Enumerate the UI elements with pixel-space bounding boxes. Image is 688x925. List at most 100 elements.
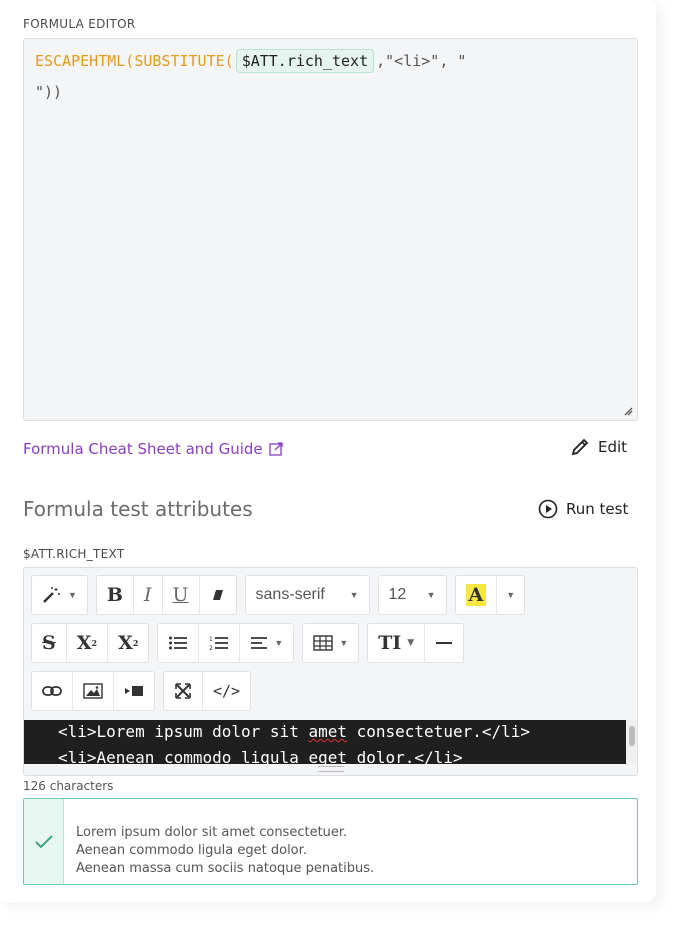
html-code-editor[interactable]: <li>Lorem ipsum dolor sit amet consectet…	[24, 720, 626, 764]
success-indicator	[24, 799, 64, 884]
align-left-icon	[251, 637, 268, 649]
code-line-1-start: <li>Lorem ipsum dolor sit	[58, 722, 309, 741]
table-group: ▼	[302, 623, 360, 663]
toolbar-row-3: </>	[31, 671, 252, 711]
numbered-list-icon: 12	[209, 636, 229, 651]
test-result-box: Lorem ipsum dolor sit amet consectetuer.…	[23, 798, 638, 885]
chevron-down-icon: ▼	[68, 590, 77, 600]
formula-editor-label: FORMULA EDITOR	[23, 17, 136, 31]
result-line: Aenean massa cum sociis natoque penatibu…	[76, 861, 375, 876]
superscript-icon: X	[76, 632, 92, 654]
list-group: 12 ▼	[157, 623, 295, 663]
code-view-button[interactable]: </>	[203, 672, 250, 710]
strikethrough-icon: S	[42, 632, 56, 654]
table-icon	[313, 635, 334, 651]
result-line: Lorem ipsum dolor sit amet consectetuer.	[76, 825, 348, 840]
font-size-group: 12 ▼	[377, 575, 447, 615]
chevron-down-icon: ▼	[426, 590, 436, 600]
insert-group	[31, 671, 155, 711]
italic-button[interactable]: I	[134, 576, 163, 614]
svg-text:1: 1	[209, 636, 213, 643]
superscript-button[interactable]: X2	[67, 624, 109, 662]
chevron-down-icon: ▼	[349, 590, 359, 600]
character-count: 126 characters	[23, 779, 114, 793]
editor-resize-handle[interactable]	[318, 766, 344, 772]
text-color-dropdown[interactable]: ▼	[497, 576, 524, 614]
attribute-label: $ATT.RICH_TEXT	[23, 547, 125, 561]
horizontal-rule-icon	[436, 642, 453, 644]
font-size-select[interactable]: 12 ▼	[379, 576, 446, 614]
style-group: ▼	[31, 575, 88, 615]
cheat-sheet-link[interactable]: Formula Cheat Sheet and Guide	[23, 440, 283, 458]
horizontal-rule-button[interactable]	[425, 624, 463, 662]
text-height-icon: TI	[378, 632, 402, 654]
misspelled-word: amet	[308, 722, 347, 741]
formula-args: ,"<li>", "	[376, 52, 467, 70]
chevron-down-icon: ▼	[339, 638, 349, 648]
font-family-group: sans-serif ▼	[244, 575, 370, 615]
font-family-value: sans-serif	[255, 586, 325, 603]
test-result-output: Lorem ipsum dolor sit amet consectetuer.…	[76, 824, 374, 878]
strikethrough-button[interactable]: S	[32, 624, 67, 662]
formula-card: FORMULA EDITOR ESCAPEHTML(SUBSTITUTE($AT…	[0, 0, 656, 902]
underline-button[interactable]: U	[163, 576, 200, 614]
subscript-button[interactable]: X2	[108, 624, 148, 662]
font-family-select[interactable]: sans-serif ▼	[246, 576, 369, 614]
table-button[interactable]: ▼	[303, 624, 358, 662]
pencil-icon	[571, 438, 589, 456]
code-line-2: <li>Aenean commodo ligula eget dolor.</l…	[58, 748, 463, 764]
eraser-button[interactable]	[200, 576, 236, 614]
script-group: S X2 X2	[31, 623, 150, 663]
view-group: </>	[163, 671, 252, 711]
text-style-group: TI ▼	[367, 623, 465, 663]
image-button[interactable]	[73, 672, 114, 710]
text-color-button[interactable]: A	[456, 576, 498, 614]
text-style-button[interactable]: TI ▼	[368, 624, 426, 662]
run-test-button[interactable]: Run test	[538, 499, 628, 519]
subscript-icon: X	[118, 632, 133, 654]
code-scrollbar[interactable]	[626, 720, 637, 764]
cheat-sheet-label: Formula Cheat Sheet and Guide	[23, 440, 263, 458]
fullscreen-icon	[175, 683, 191, 699]
magic-wand-icon	[43, 587, 60, 603]
edit-button[interactable]: Edit	[570, 437, 627, 457]
bullet-list-icon	[169, 636, 188, 650]
chevron-down-icon: ▼	[274, 638, 284, 648]
video-button[interactable]	[114, 672, 154, 710]
code-line-1: <li>Lorem ipsum dolor sit amet consectet…	[58, 722, 530, 741]
fullscreen-button[interactable]	[164, 672, 203, 710]
resize-grip-icon[interactable]	[623, 406, 633, 416]
align-button[interactable]: ▼	[240, 624, 293, 662]
attribute-token[interactable]: $ATT.rich_text	[235, 49, 375, 73]
link-button[interactable]	[32, 672, 73, 710]
image-icon	[83, 683, 103, 699]
scrollbar-thumb[interactable]	[629, 726, 635, 746]
numbered-list-button[interactable]: 12	[199, 624, 241, 662]
bullet-list-button[interactable]	[158, 624, 200, 662]
text-color-icon: A	[465, 584, 487, 606]
toolbar-row-2: S X2 X2 12 ▼ ▼ TI ▼	[31, 623, 465, 663]
font-size-value: 12	[388, 586, 407, 603]
function-escapehtml: ESCAPEHTML(	[35, 52, 135, 70]
formula-editor-input[interactable]: ESCAPEHTML(SUBSTITUTE($ATT.rich_text ,"<l…	[23, 38, 638, 421]
bold-button[interactable]: B	[97, 576, 134, 614]
test-attributes-title: Formula test attributes	[23, 497, 253, 521]
toolbar-row-1: ▼ B I U sans-serif ▼ 12 ▼ A ▼	[31, 575, 526, 615]
video-icon	[125, 686, 143, 696]
function-substitute: SUBSTITUTE(	[134, 52, 234, 70]
eraser-icon	[212, 590, 223, 600]
chevron-down-icon: ▼	[506, 590, 516, 600]
external-link-icon	[269, 442, 283, 456]
code-line-1-end: consectetuer.</li>	[346, 722, 531, 741]
rich-text-editor: ▼ B I U sans-serif ▼ 12 ▼ A ▼ S X 2 X 2 …	[23, 567, 638, 776]
chevron-down-icon: ▼	[407, 638, 415, 648]
formula-line-2: "))	[35, 83, 63, 101]
svg-text:2: 2	[209, 645, 213, 651]
edit-label: Edit	[598, 438, 628, 456]
color-group: A ▼	[454, 575, 526, 615]
checkmark-icon	[34, 834, 53, 848]
formula-line-1: ESCAPEHTML(SUBSTITUTE($ATT.rich_text ,"<l…	[35, 49, 466, 73]
magic-wand-button[interactable]: ▼	[32, 576, 87, 614]
format-group: B I U	[95, 575, 237, 615]
run-test-label: Run test	[566, 500, 629, 518]
